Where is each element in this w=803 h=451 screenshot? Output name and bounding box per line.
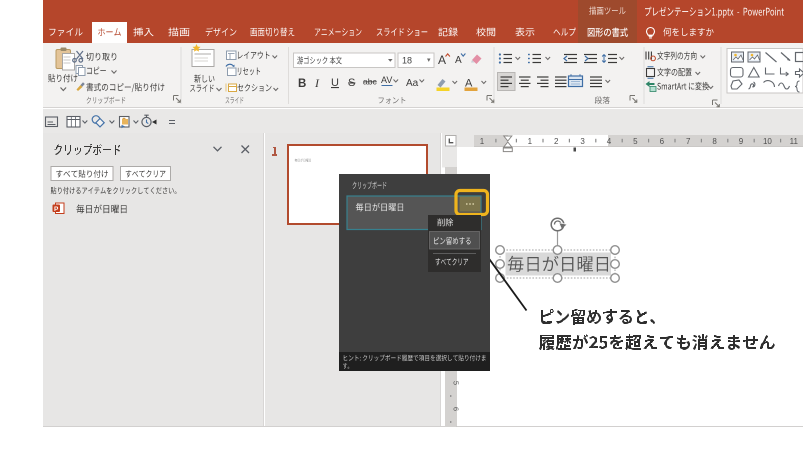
svg-text:3: 3 <box>580 137 585 146</box>
svg-text:18: 18 <box>402 56 412 66</box>
svg-text:B: B <box>298 78 306 90</box>
svg-text:8: 8 <box>712 137 717 146</box>
svg-text:10: 10 <box>763 137 772 146</box>
svg-text:U: U <box>331 77 339 89</box>
svg-text:11: 11 <box>790 137 799 146</box>
svg-text:A: A <box>455 55 462 66</box>
svg-text:4: 4 <box>607 137 612 146</box>
svg-text:5: 5 <box>452 381 461 385</box>
svg-text:7: 7 <box>686 137 691 146</box>
svg-text:9: 9 <box>739 137 744 146</box>
svg-text:6: 6 <box>660 137 665 146</box>
svg-text:I: I <box>314 76 320 90</box>
svg-text:1: 1 <box>528 137 533 146</box>
svg-text:▾: ▾ <box>427 57 431 64</box>
svg-text:abc: abc <box>363 77 377 87</box>
svg-text:2: 2 <box>554 137 559 146</box>
svg-text:6: 6 <box>452 407 461 411</box>
svg-text:A: A <box>438 53 446 67</box>
svg-text:1: 1 <box>480 137 485 146</box>
svg-text:S: S <box>348 77 355 89</box>
svg-text:P: P <box>54 206 59 213</box>
svg-text:Aa: Aa <box>406 78 419 89</box>
svg-text:AV: AV <box>381 75 392 85</box>
svg-text:5: 5 <box>633 137 638 146</box>
